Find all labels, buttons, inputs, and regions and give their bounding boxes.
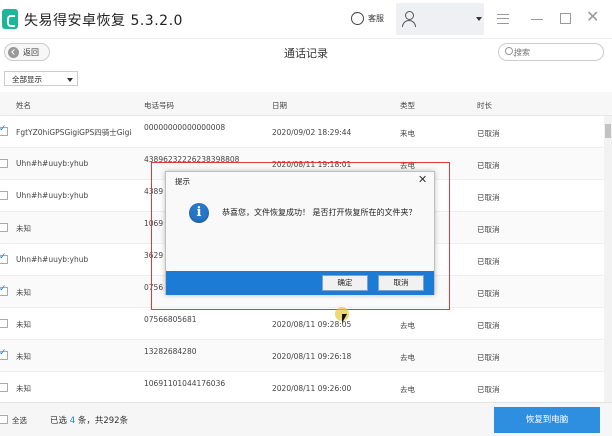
- cell-duration: 已取消: [477, 129, 500, 138]
- selection-suffix: 条，共292条: [77, 416, 129, 426]
- search-input[interactable]: [514, 45, 594, 59]
- column-header-type[interactable]: 类型: [400, 100, 415, 111]
- cell-type: 去电: [400, 353, 415, 362]
- mouse-cursor-icon: [342, 314, 347, 323]
- cell-name: Uhn#h#uuyb:yhub: [16, 191, 89, 200]
- app-logo-icon: [2, 9, 18, 29]
- cell-phone: 07566805681: [144, 315, 197, 324]
- cell-type: 去电: [400, 321, 415, 330]
- cell-date: 2020/09/02 18:29:44: [272, 128, 352, 137]
- table-row[interactable]: 未知 07566805681 2020/08/11 09:28:05 去电 已取…: [0, 308, 604, 340]
- table-row[interactable]: FgtYZ0hiGPSGigiGPS四骑士Gigi 00000000000000…: [0, 116, 604, 148]
- title-bar: 失易得安卓恢复 5.3.2.0 客服 ✕: [0, 0, 612, 38]
- cell-name: 未知: [16, 224, 31, 233]
- table-row[interactable]: 未知 10691101044176036 2020/08/11 09:26:00…: [0, 372, 604, 404]
- row-checkbox[interactable]: [0, 348, 8, 360]
- customer-service-label[interactable]: 客服: [368, 13, 384, 24]
- cell-duration: 已取消: [477, 193, 500, 202]
- minimize-icon[interactable]: [531, 19, 543, 20]
- cell-duration: 已取消: [477, 289, 500, 298]
- menu-icon[interactable]: [497, 14, 509, 24]
- cell-name: FgtYZ0hiGPSGigiGPS四骑士Gigi: [16, 128, 132, 137]
- filter-row: 全部显示: [0, 66, 612, 90]
- cell-date: 2020/08/11 09:26:18: [272, 352, 352, 361]
- close-icon[interactable]: ✕: [418, 173, 427, 186]
- cell-date: 2020/08/11 09:28:05: [272, 320, 352, 329]
- scrollbar-thumb[interactable]: [605, 124, 611, 138]
- row-checkbox[interactable]: [0, 383, 8, 392]
- row-checkbox[interactable]: [0, 319, 8, 328]
- cell-duration: 已取消: [477, 225, 500, 234]
- column-header-phone[interactable]: 电话号码: [144, 100, 174, 111]
- column-header-date[interactable]: 日期: [272, 100, 287, 111]
- cell-phone: 10691101044176036: [144, 379, 226, 388]
- dialog-message: 恭喜您，文件恢复成功！ 是否打开恢复所在的文件夹？: [222, 208, 417, 217]
- cell-duration: 已取消: [477, 257, 500, 266]
- cell-duration: 已取消: [477, 161, 500, 170]
- selection-count: 4: [69, 416, 76, 426]
- customer-service-icon[interactable]: [351, 9, 364, 25]
- column-header-duration[interactable]: 时长: [477, 100, 492, 111]
- ok-button[interactable]: 确定: [322, 275, 368, 291]
- row-checkbox[interactable]: [0, 252, 8, 264]
- prompt-dialog: 提示 ✕ i 恭喜您，文件恢复成功！ 是否打开恢复所在的文件夹？ 确定 取消: [165, 171, 435, 295]
- cell-type: 去电: [400, 385, 415, 394]
- footer-bar: 全选 已选 4 条，共292条 恢复到电脑: [0, 402, 612, 436]
- cell-duration: 已取消: [477, 321, 500, 330]
- cell-name: 未知: [16, 352, 31, 361]
- toolbar: 返回 通话记录: [0, 38, 612, 66]
- select-all-checkbox[interactable]: [0, 415, 8, 424]
- maximize-icon[interactable]: [560, 13, 571, 24]
- dialog-button-bar: 确定 取消: [166, 271, 434, 295]
- cell-duration: 已取消: [477, 385, 500, 394]
- row-checkbox[interactable]: [0, 284, 8, 296]
- table-row[interactable]: 未知 13282684280 2020/08/11 09:26:18 去电 已取…: [0, 340, 604, 372]
- cell-duration: 已取消: [477, 353, 500, 362]
- user-icon: [402, 11, 416, 27]
- select-all-label[interactable]: 全选: [12, 415, 27, 426]
- filter-selected-value: 全部显示: [12, 75, 42, 84]
- cell-name: Uhn#h#uuyb:yhub: [16, 159, 89, 168]
- cell-phone: 13282684280: [144, 347, 197, 356]
- app-title: 失易得安卓恢复 5.3.2.0: [24, 13, 183, 29]
- user-account-dropdown[interactable]: [396, 3, 484, 35]
- table-header: 姓名 电话号码 日期 类型 时长: [0, 92, 612, 116]
- cell-name: 未知: [16, 288, 31, 297]
- filter-dropdown[interactable]: 全部显示: [4, 71, 78, 86]
- cell-name: Uhn#h#uuyb:yhub: [16, 255, 89, 264]
- row-checkbox[interactable]: [0, 191, 8, 200]
- info-icon: i: [189, 203, 209, 223]
- selection-prefix: 已选: [50, 416, 68, 426]
- vertical-scrollbar[interactable]: [604, 116, 612, 402]
- row-checkbox[interactable]: [0, 223, 8, 232]
- column-header-name[interactable]: 姓名: [16, 100, 31, 111]
- cell-name: 未知: [16, 384, 31, 393]
- cancel-button[interactable]: 取消: [378, 275, 424, 291]
- selection-summary: 已选 4 条，共292条: [50, 414, 128, 426]
- search-box[interactable]: [498, 43, 604, 61]
- recover-to-computer-button[interactable]: 恢复到电脑: [494, 407, 600, 433]
- cell-phone: 00000000000000008: [144, 123, 226, 132]
- cell-date: 2020/08/11 09:26:00: [272, 384, 352, 393]
- cell-name: 未知: [16, 320, 31, 329]
- close-window-icon[interactable]: ✕: [586, 9, 599, 25]
- dialog-title: 提示: [175, 177, 190, 186]
- chevron-down-icon: [476, 17, 482, 21]
- row-checkbox[interactable]: [0, 159, 8, 168]
- cell-type: 来电: [400, 129, 415, 138]
- search-icon: [505, 47, 513, 55]
- chevron-down-icon: [67, 78, 73, 82]
- row-checkbox[interactable]: [0, 124, 8, 136]
